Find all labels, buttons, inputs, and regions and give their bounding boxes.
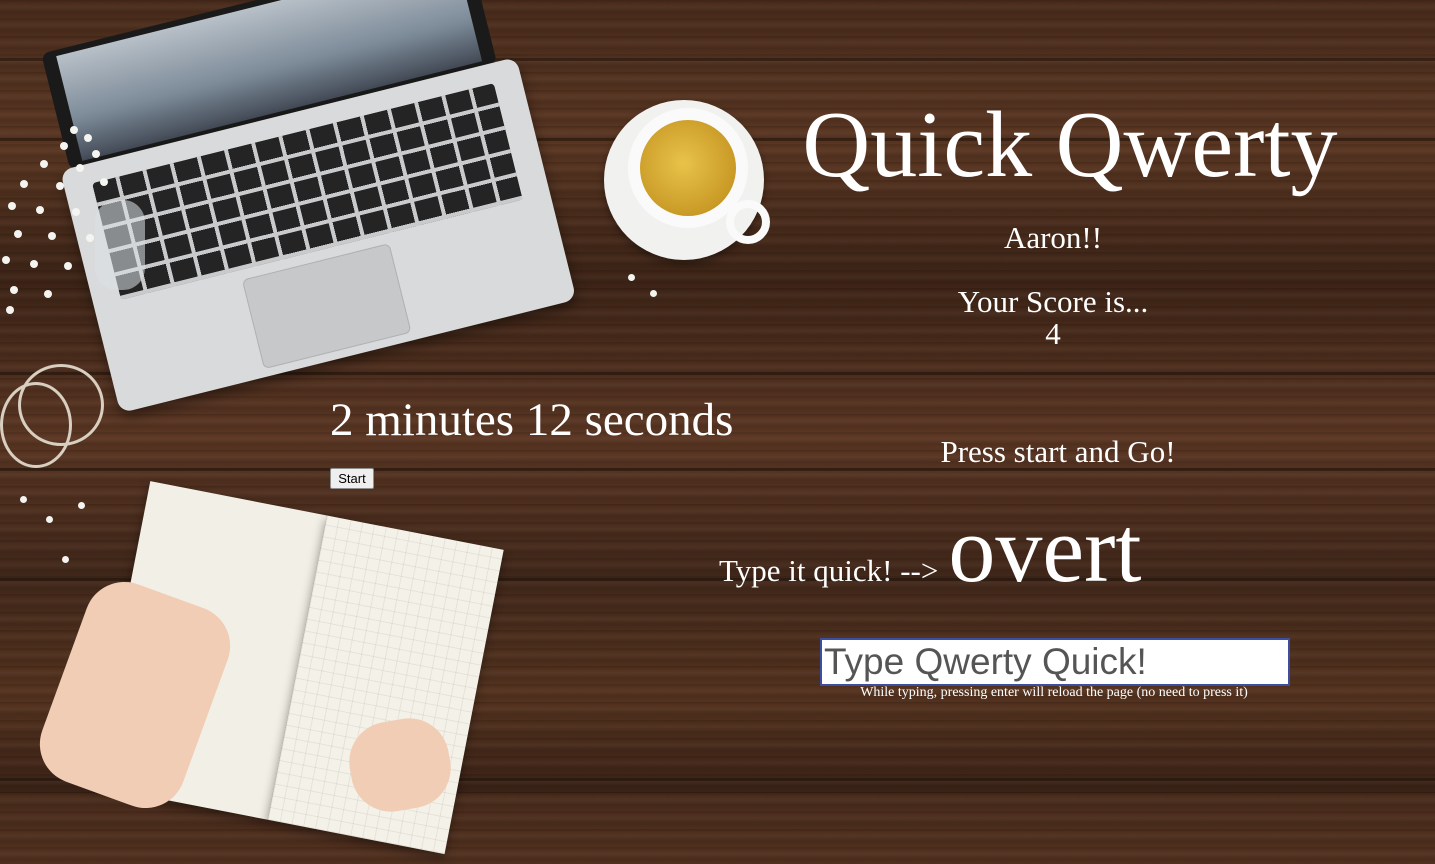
target-word: overt	[948, 498, 1142, 602]
instruction-text: Press start and Go!	[940, 434, 1176, 469]
start-button[interactable]: Start	[330, 468, 374, 489]
word-prompt: Type it quick! --> overt	[719, 500, 1141, 600]
petal-icon	[628, 274, 635, 281]
vase-icon	[95, 200, 145, 290]
typing-input[interactable]	[820, 638, 1290, 686]
score-label: Your Score is...	[957, 284, 1149, 319]
player-name: Aaron!!	[1003, 220, 1103, 255]
petal-icon	[78, 502, 85, 509]
tea-cup-icon	[604, 100, 770, 260]
countdown-timer: 2 minutes 12 seconds	[330, 394, 734, 446]
app-title: Quick Qwerty	[802, 93, 1338, 197]
petal-icon	[46, 516, 53, 523]
petal-icon	[62, 556, 69, 563]
petal-icon	[20, 496, 27, 503]
score-value: 4	[1045, 316, 1061, 351]
petal-icon	[650, 290, 657, 297]
prompt-label: Type it quick! -->	[719, 553, 939, 588]
wood-seam	[0, 468, 1435, 471]
bracelet-icon	[0, 382, 72, 468]
enter-key-hint: While typing, pressing enter will reload…	[860, 685, 1248, 700]
